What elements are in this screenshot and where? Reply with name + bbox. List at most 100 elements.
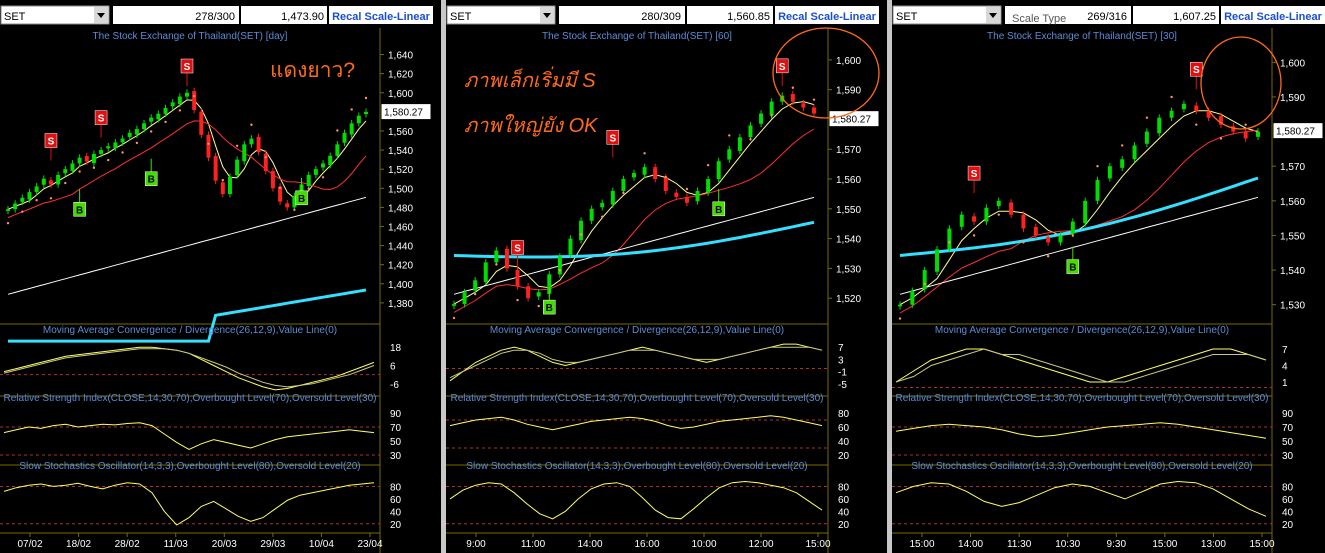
x-tick-label: 10:30 — [1055, 539, 1080, 550]
candle-body — [959, 214, 964, 227]
candle-body — [13, 203, 18, 210]
candle-body — [227, 176, 232, 195]
last-price-label: 1,580.27 — [384, 108, 423, 119]
candle-body — [106, 146, 111, 149]
ma-short-line — [7, 99, 367, 210]
rsi-tick-label: 30 — [390, 451, 402, 462]
records-count: 278/300 — [195, 11, 235, 23]
panel-divider[interactable] — [887, 0, 892, 553]
macd-tick-label: 3 — [838, 355, 844, 366]
price-tick-label: 1,480 — [388, 203, 413, 214]
candle-body — [1194, 105, 1199, 111]
sar-dot — [307, 187, 310, 190]
stochastic-line — [3, 482, 375, 526]
recal-scale-label: Recal Scale-Linear — [1224, 11, 1323, 23]
buy-signal-label: B — [148, 175, 155, 186]
macd-tick-label: 1 — [1282, 378, 1288, 389]
macd-line — [449, 343, 823, 382]
stochastic-title: Slow Stochastics Oscillator(14,3,3),Over… — [19, 461, 360, 472]
sar-dot — [923, 282, 926, 286]
x-tick-label: 20/03 — [212, 539, 237, 550]
candle-body — [1021, 214, 1026, 229]
rsi-tick-label: 70 — [1282, 423, 1294, 434]
sar-dot — [293, 208, 296, 211]
stochastic-tick-label: 60 — [1282, 495, 1294, 506]
macd-tick-label: 6 — [390, 362, 396, 373]
sar-dot — [49, 197, 53, 200]
macd-tick-label: 18 — [390, 343, 402, 354]
candle-body — [342, 132, 347, 143]
sar-dot — [898, 317, 902, 320]
price-tick-label: 1,600 — [836, 56, 861, 67]
candle-body — [1256, 131, 1260, 137]
candle-body — [621, 179, 626, 191]
ma-mid-line — [899, 129, 1259, 314]
macd-tick-label: -6 — [390, 380, 399, 391]
candle-body — [27, 192, 32, 200]
last-value: 1,560.85 — [727, 11, 770, 23]
price-tick-label: 1,420 — [388, 261, 413, 272]
candle-body — [192, 91, 197, 110]
rsi-tick-label: 70 — [390, 423, 402, 434]
sar-dot — [1219, 137, 1223, 140]
recal-scale-label: Recal Scale-Linear — [332, 11, 431, 23]
sar-dot — [664, 175, 667, 179]
stochastic-tick-label: 40 — [390, 507, 402, 518]
candle-body — [759, 113, 764, 124]
candle-body — [1243, 131, 1248, 139]
chart-title: The Stock Exchange of Thailand(SET) [30] — [987, 31, 1177, 42]
x-tick-label: 29/03 — [260, 539, 285, 550]
candle-body — [1009, 202, 1014, 215]
stochastic-tick-label: 40 — [1282, 507, 1294, 518]
sar-dot — [178, 109, 182, 112]
panel-divider[interactable] — [441, 0, 446, 553]
candle-body — [610, 190, 615, 205]
candle-body — [706, 179, 711, 193]
sell-signal-label: S — [514, 244, 521, 255]
candle-body — [306, 174, 311, 187]
macd-tick-label: 7 — [1282, 345, 1288, 356]
macd-tick-label: 4 — [1282, 362, 1288, 373]
highlight-circle — [772, 27, 880, 119]
ma-mid-line — [453, 128, 815, 313]
candle-body — [935, 249, 940, 272]
candle-body — [769, 101, 774, 116]
sar-dot — [235, 144, 239, 147]
buy-signal-label: B — [76, 205, 83, 216]
stochastic-tick-label: 80 — [838, 482, 850, 493]
candle-body — [695, 190, 700, 202]
sar-dot — [1170, 95, 1173, 99]
buy-signal-label: B — [715, 205, 722, 216]
x-tick-label: 15:00 — [909, 539, 934, 550]
candle-body — [801, 103, 806, 108]
x-tick-label: 14:00 — [958, 539, 983, 550]
x-tick-label: 15:00 — [805, 539, 830, 550]
sar-dot — [78, 170, 81, 173]
candle-body — [134, 129, 139, 135]
candle-body — [91, 153, 96, 164]
candle-body — [113, 142, 118, 148]
buy-signal-label: B — [1069, 263, 1076, 274]
sar-dot — [1121, 144, 1124, 147]
candle-body — [812, 107, 816, 114]
sar-dot — [558, 269, 562, 272]
ma-long-line — [899, 196, 1259, 295]
price-tick-label: 1,620 — [388, 70, 413, 81]
macd-line — [895, 348, 1267, 383]
candle-body — [1120, 159, 1125, 168]
candle-body — [727, 149, 732, 160]
candle-body — [568, 238, 573, 255]
price-tick-label: 1,560 — [1280, 197, 1305, 208]
sar-dot — [221, 178, 224, 182]
candle-body — [285, 203, 290, 208]
price-tick-label: 1,570 — [836, 145, 861, 156]
candle-body — [557, 256, 562, 275]
x-tick-label: 15:00 — [1152, 539, 1177, 550]
candle-body — [156, 113, 161, 120]
sar-dot — [64, 181, 67, 185]
ma-200-line — [899, 176, 1259, 257]
sar-dot — [1195, 123, 1198, 126]
ma-long-line — [7, 196, 367, 295]
sar-dot — [92, 166, 96, 169]
price-tick-label: 1,570 — [1280, 162, 1305, 173]
